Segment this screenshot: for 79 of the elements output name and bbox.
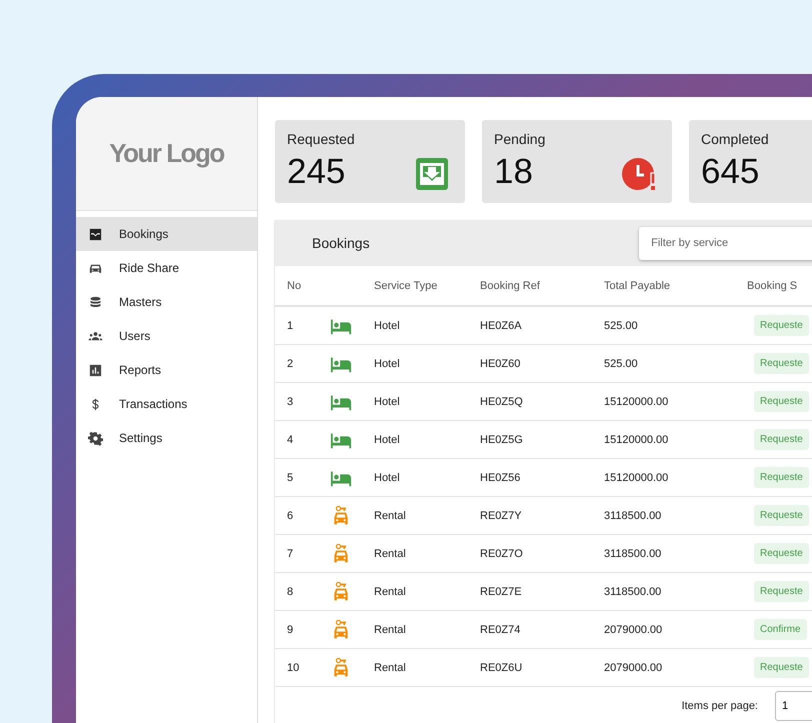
database-icon (88, 294, 103, 310)
table-cell: 525.00 (604, 358, 638, 370)
logo: Your Logo (109, 138, 224, 169)
inbox-icon (88, 226, 103, 242)
stat-label: Pending (494, 131, 546, 147)
table-cell: Hotel (374, 396, 400, 408)
status-badge: Requeste (754, 467, 809, 488)
table-cell: HE0Z5Q (480, 396, 523, 408)
table-cell: 2 (287, 358, 294, 370)
filter-field[interactable]: Filter by service (639, 226, 812, 260)
table-cell: 9 (287, 624, 294, 636)
column-header: Service Type (374, 280, 438, 292)
status-badge: Confirme (754, 619, 807, 640)
table-cell: 3 (287, 396, 294, 408)
table-cell: Hotel (374, 472, 400, 484)
status-badge: Requeste (754, 581, 809, 602)
clock-alert-icon (622, 157, 656, 191)
status-badge: Requeste (754, 543, 809, 564)
sidebar-item[interactable]: Bookings (76, 217, 257, 251)
column-header: Total Payable (604, 280, 670, 292)
column-header: Booking S (747, 280, 798, 292)
sidebar-item[interactable]: Masters (76, 285, 257, 319)
table-cell: RE0Z74 (480, 624, 520, 636)
table-title: Bookings (312, 235, 371, 251)
table-cell: HE0Z5G (480, 434, 523, 446)
table-cell: HE0Z60 (480, 358, 520, 370)
stat-label: Completed (701, 131, 770, 147)
table-cell: 4 (287, 434, 294, 446)
status-badge: Requeste (754, 391, 809, 412)
table-cell: 3118500.00 (604, 586, 662, 598)
table-cell: Rental (374, 548, 406, 560)
status-badge: Requeste (754, 315, 809, 336)
table-cell: 1 (287, 320, 294, 332)
table-cell: HE0Z6A (480, 320, 522, 332)
table-cell: Rental (374, 586, 406, 598)
sidebar-item[interactable]: Settings (76, 421, 257, 455)
table-cell: 6 (287, 510, 294, 522)
table-cell: Rental (374, 510, 406, 522)
sidebar-item[interactable]: Transactions (76, 387, 257, 421)
bar-chart-icon (88, 362, 103, 378)
table-cell: 15120000.00 (604, 472, 668, 484)
table-cell: HE0Z56 (480, 472, 520, 484)
table-cell: 3118500.00 (604, 510, 662, 522)
sidebar-item[interactable]: Reports (76, 353, 257, 387)
table-cell: 2079000.00 (604, 662, 662, 674)
table-cell: RE0Z7O (480, 548, 523, 560)
table-cell: RE0Z7E (480, 586, 522, 598)
status-badge: Requeste (754, 429, 809, 450)
stat-value: 245 (287, 152, 346, 192)
settings-icon (88, 430, 103, 446)
page-size-field[interactable]: 1 (775, 691, 812, 721)
column-header: No (287, 280, 302, 292)
table-cell: 7 (287, 548, 294, 560)
column-header: Booking Ref (480, 280, 540, 292)
table-cell: RE0Z6U (480, 662, 522, 674)
sidebar-item[interactable]: Ride Share (76, 251, 257, 285)
sidebar-item[interactable]: Users (76, 319, 257, 353)
stat-value: 645 (701, 152, 760, 192)
table-cell: 8 (287, 586, 294, 598)
table-cell: 10 (287, 662, 300, 674)
download-tray-icon (415, 157, 449, 191)
stat-label: Requested (287, 131, 356, 147)
table-cell: 15120000.00 (604, 434, 668, 446)
status-badge: Requeste (754, 657, 809, 678)
table-cell: 5 (287, 472, 294, 484)
table-cell: 2079000.00 (604, 624, 662, 636)
status-badge: Requeste (754, 353, 809, 374)
table-cell: Hotel (374, 320, 400, 332)
table-cell: 525.00 (604, 320, 638, 332)
table-cell: RE0Z7Y (480, 510, 522, 522)
table-cell: 15120000.00 (604, 396, 668, 408)
status-badge: Requeste (754, 505, 809, 526)
table-cell: Rental (374, 662, 406, 674)
table-cell: Hotel (374, 434, 400, 446)
items-per-page-label: Items per page: (682, 700, 758, 712)
table-cell: Hotel (374, 358, 400, 370)
stat-value: 18 (494, 152, 533, 192)
table-cell: 3118500.00 (604, 548, 662, 560)
table-cell: Rental (374, 624, 406, 636)
